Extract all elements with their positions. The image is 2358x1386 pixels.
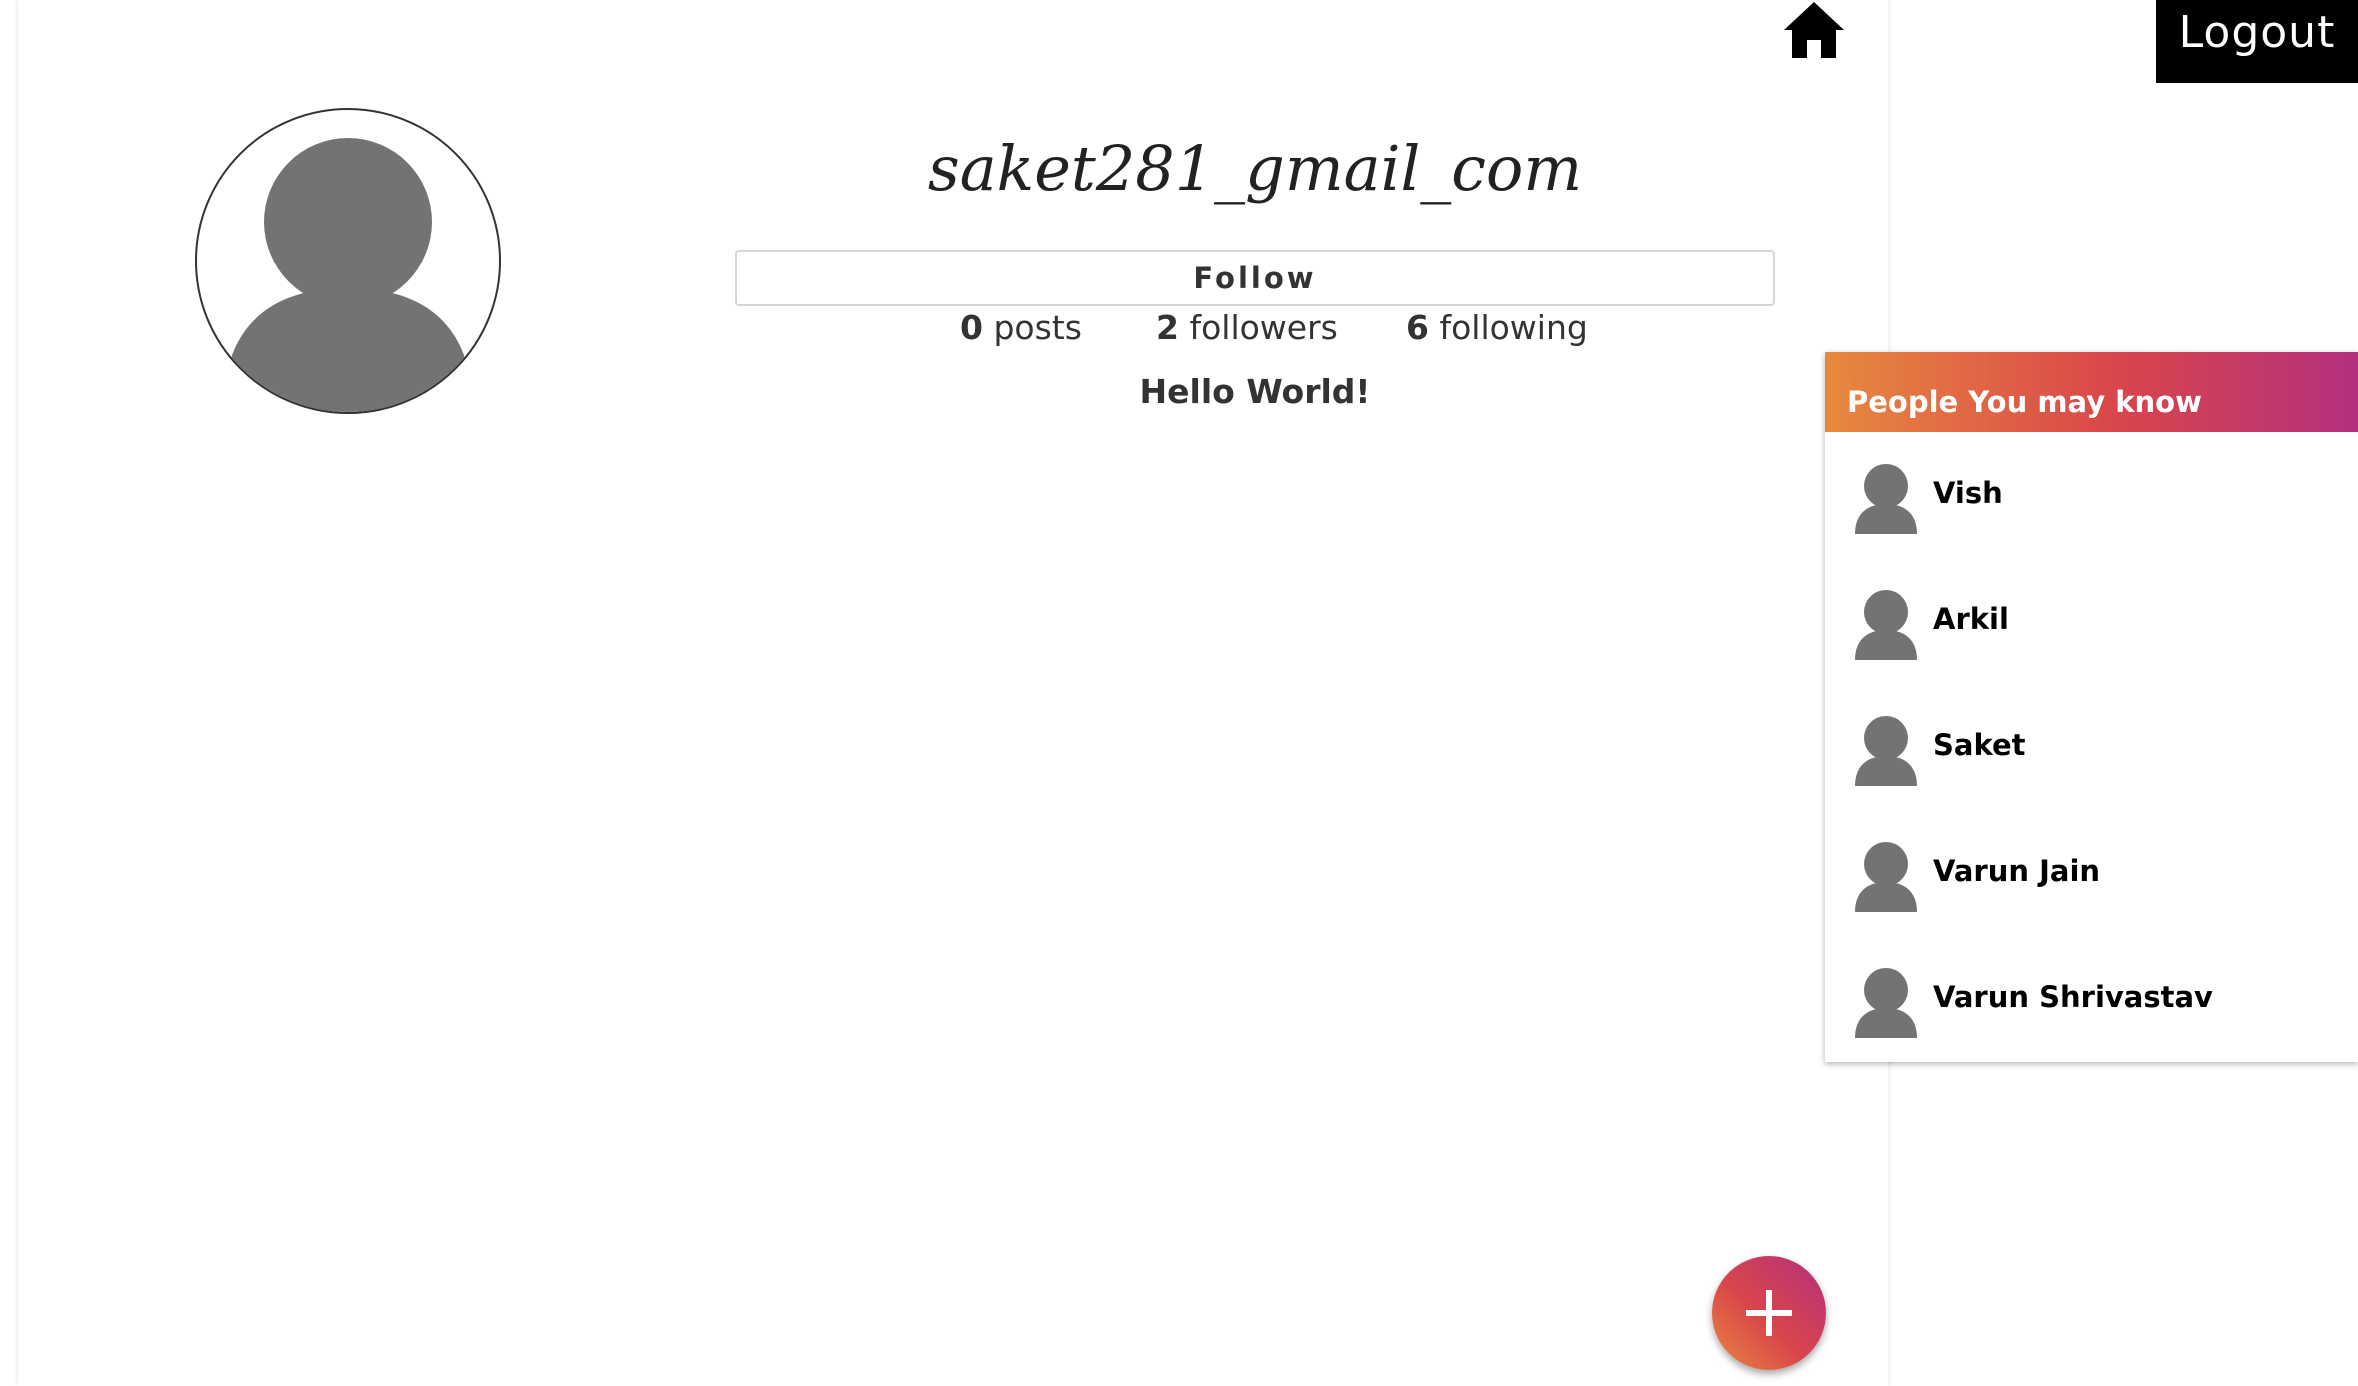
user-silhouette-icon: [1855, 968, 1917, 1038]
add-post-button[interactable]: [1712, 1256, 1826, 1370]
posts-stat: 0 posts: [960, 306, 1082, 350]
suggestion-item-saket[interactable]: Saket: [1825, 684, 2358, 810]
following-stat[interactable]: 6 following: [1406, 306, 1588, 350]
posts-count: 0: [960, 308, 983, 347]
user-silhouette-icon: [1855, 716, 1917, 786]
profile-bio: Hello World!: [1139, 372, 1371, 411]
following-label: following: [1439, 308, 1588, 347]
followers-stat[interactable]: 2 followers: [1156, 306, 1338, 350]
following-count: 6: [1406, 308, 1429, 347]
suggestion-item-varun-jain[interactable]: Varun Jain: [1825, 810, 2358, 936]
user-silhouette-icon: [223, 138, 473, 412]
suggestion-item-arkil[interactable]: Arkil: [1825, 558, 2358, 684]
suggestion-name: Saket: [1933, 728, 2026, 762]
follow-button[interactable]: Follow: [735, 250, 1775, 306]
plus-icon: [1746, 1290, 1792, 1336]
suggestions-panel: People You may know Vish Arkil Saket Var…: [1825, 352, 2358, 1062]
suggestion-name: Arkil: [1933, 602, 2009, 636]
user-silhouette-icon: [1855, 590, 1917, 660]
user-silhouette-icon: [1855, 842, 1917, 912]
user-silhouette-icon: [1855, 464, 1917, 534]
suggestion-name: Vish: [1933, 476, 2003, 510]
posts-label: posts: [993, 308, 1082, 347]
home-icon[interactable]: [1782, 0, 1846, 60]
profile-username: saket281_gmail_com: [927, 132, 1583, 205]
followers-label: followers: [1189, 308, 1338, 347]
profile-avatar: [195, 108, 501, 414]
suggestion-item-varun-shrivastav[interactable]: Varun Shrivastav: [1825, 936, 2358, 1062]
suggestions-title: People You may know: [1825, 352, 2358, 432]
suggestion-item-vish[interactable]: Vish: [1825, 432, 2358, 558]
followers-count: 2: [1156, 308, 1179, 347]
suggestion-name: Varun Shrivastav: [1933, 980, 2213, 1014]
suggestion-name: Varun Jain: [1933, 854, 2101, 888]
logout-button[interactable]: Logout: [2156, 0, 2358, 83]
